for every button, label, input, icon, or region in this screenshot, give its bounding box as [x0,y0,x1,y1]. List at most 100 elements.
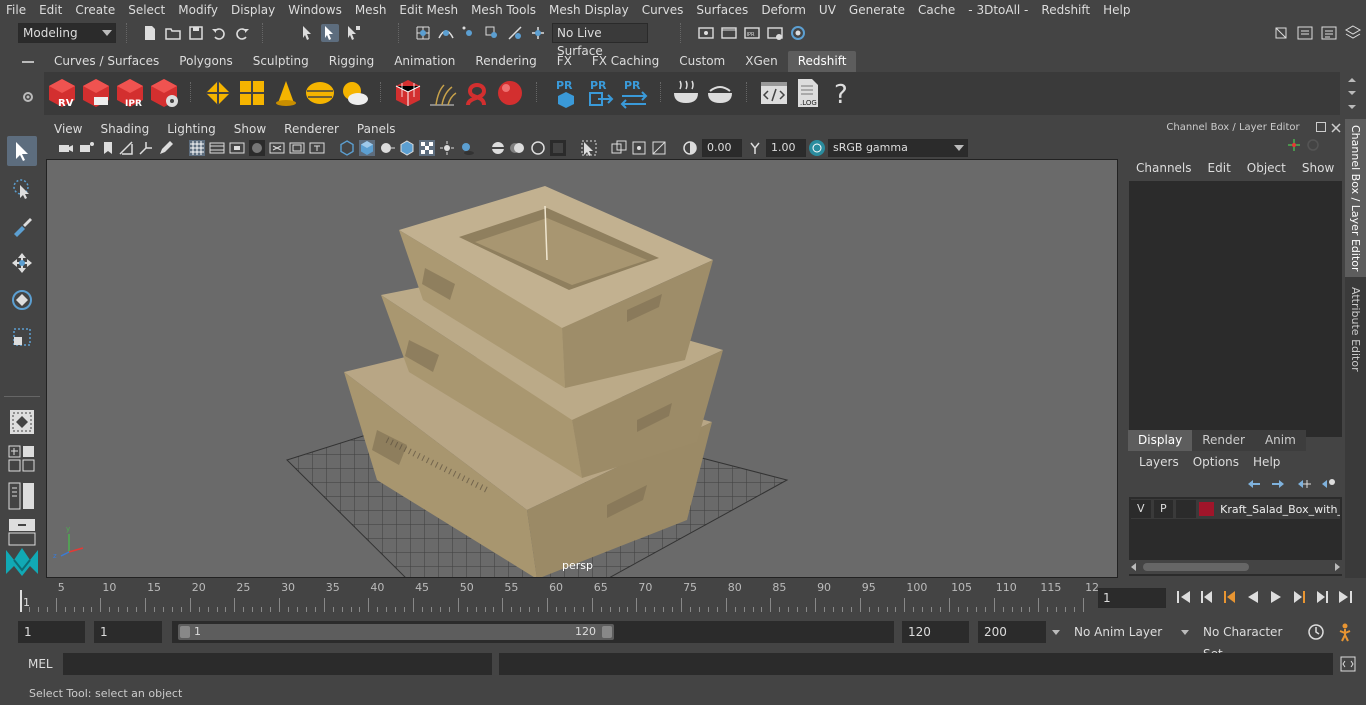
tab-custom[interactable]: Custom [669,51,735,72]
layer-list-scrollbar[interactable] [1129,560,1342,574]
default-lighting-icon[interactable] [379,140,395,156]
save-scene-icon[interactable] [187,24,205,42]
viewport-menu-panels[interactable]: Panels [349,122,406,136]
gamma-field[interactable]: 1.00 [766,139,806,157]
safe-action-icon[interactable] [289,140,305,156]
close-icon[interactable] [1331,122,1341,133]
menu-help[interactable]: Help [1097,0,1137,21]
layout-outliner-icon[interactable] [8,518,36,546]
menu-uv[interactable]: UV [813,0,843,21]
scale-tool-icon[interactable] [7,322,37,352]
play-forwards-icon[interactable] [1267,588,1285,606]
viewport-menu-lighting[interactable]: Lighting [159,122,226,136]
render-view-icon[interactable] [697,24,715,42]
tab-layer-display[interactable]: Display [1128,430,1193,451]
menu-select[interactable]: Select [122,0,172,21]
make-live-icon[interactable] [529,24,547,42]
x-ray-joints-icon[interactable] [631,140,647,156]
redshift-settings-icon[interactable] [148,77,180,109]
animation-end-field[interactable]: 200 [978,621,1046,643]
x-ray-icon[interactable] [611,140,627,156]
image-plane-icon[interactable] [118,140,134,156]
modeling-toolkit-icon[interactable] [1272,24,1290,42]
tab-animation[interactable]: Animation [384,51,465,72]
layout-two-pane-icon[interactable] [8,482,36,510]
tab-layer-render[interactable]: Render [1192,430,1255,451]
chevron-down-icon[interactable] [1050,626,1062,638]
viewport-menu-renderer[interactable]: Renderer [276,122,349,136]
redshift-hair-icon[interactable] [426,77,458,109]
redshift-curve-object-icon[interactable] [460,77,492,109]
textured-icon[interactable] [419,140,435,156]
camera-select-icon[interactable] [58,140,74,156]
pr-swap-icon[interactable]: PR [618,77,650,109]
layer-menu-help[interactable]: Help [1246,455,1287,469]
redshift-proxy-icon[interactable] [202,77,234,109]
menu-generate[interactable]: Generate [843,0,912,21]
layer-menu-options[interactable]: Options [1186,455,1246,469]
attribute-editor-toggle-icon[interactable] [1296,24,1314,42]
render-settings-icon[interactable] [766,24,784,42]
viewport-menu-shading[interactable]: Shading [92,122,159,136]
move-layer-up-icon[interactable] [1246,477,1262,494]
select-component-icon[interactable] [344,24,362,42]
go-to-end-icon[interactable] [1336,588,1354,606]
channel-box-key-icon[interactable] [1287,138,1301,152]
redo-icon[interactable] [233,24,251,42]
shadows-icon[interactable] [459,140,475,156]
menu-mesh-display[interactable]: Mesh Display [543,0,636,21]
layer-color-swatch[interactable] [1198,502,1215,516]
snap-point-icon[interactable] [460,24,478,42]
tab-fx[interactable]: FX [547,51,582,72]
shelf-menu-icon[interactable] [22,61,34,63]
viewport-menu-show[interactable]: Show [226,122,276,136]
menu-surfaces[interactable]: Surfaces [690,0,755,21]
color-management-icon[interactable] [809,140,825,156]
depth-of-field-icon[interactable] [550,140,566,156]
range-min-handle[interactable] [180,626,190,638]
mel-command-input[interactable] [63,653,492,675]
shaded-wireframe-icon[interactable] [399,140,415,156]
step-back-frame-icon[interactable] [1221,588,1239,606]
redshift-ipr-icon[interactable]: IPR [114,77,146,109]
paint-select-tool-icon[interactable] [7,211,37,241]
tab-sculpting[interactable]: Sculpting [243,51,319,72]
x-ray-components-icon[interactable] [651,140,667,156]
isolate-select-icon[interactable] [581,140,597,156]
menu-deform[interactable]: Deform [755,0,813,21]
motion-blur-icon[interactable] [510,140,526,156]
channel-menu-show[interactable]: Show [1294,161,1342,175]
move-tool-icon[interactable] [7,248,37,278]
snap-projected-icon[interactable] [483,24,501,42]
log-file-icon[interactable]: .LOG [792,77,824,109]
redshift-bowl-alt-icon[interactable] [704,77,736,109]
rotate-tool-icon[interactable] [7,285,37,315]
redshift-dome-light-icon[interactable] [304,77,336,109]
anim-layer-dropdown[interactable]: No Anim Layer [1068,621,1174,643]
pr-cube-icon[interactable]: PR [550,77,582,109]
use-all-lights-icon[interactable] [439,140,455,156]
step-forward-frame-icon[interactable] [1290,588,1308,606]
menu-edit-mesh[interactable]: Edit Mesh [393,0,465,21]
channel-box-toggle-icon[interactable] [1344,24,1362,42]
tab-curves-surfaces[interactable]: Curves / Surfaces [44,51,169,72]
viewport-persp[interactable]: y z persp [46,159,1118,578]
resolution-gate-icon[interactable] [229,140,245,156]
layout-quad-icon[interactable] [8,445,36,473]
bookmark-icon[interactable] [100,140,116,156]
lasso-tool-icon[interactable] [7,174,37,204]
tab-layer-anim[interactable]: Anim [1254,430,1306,451]
gear-icon[interactable] [22,91,34,103]
undo-icon[interactable] [210,24,228,42]
mode-dropdown[interactable]: Modeling [18,23,116,43]
tool-settings-toggle-icon[interactable] [1320,24,1338,42]
shelf-scroll-controls[interactable] [1346,75,1358,111]
gamma-icon[interactable] [747,140,763,156]
two-d-pan-zoom-icon[interactable] [138,140,154,156]
step-back-key-icon[interactable] [1198,588,1216,606]
redshift-batch-render-icon[interactable] [80,77,112,109]
safe-title-icon[interactable] [309,140,325,156]
select-object-icon[interactable] [321,24,339,42]
float-panel-icon[interactable] [1316,122,1326,132]
viewport-menu-view[interactable]: View [46,122,92,136]
